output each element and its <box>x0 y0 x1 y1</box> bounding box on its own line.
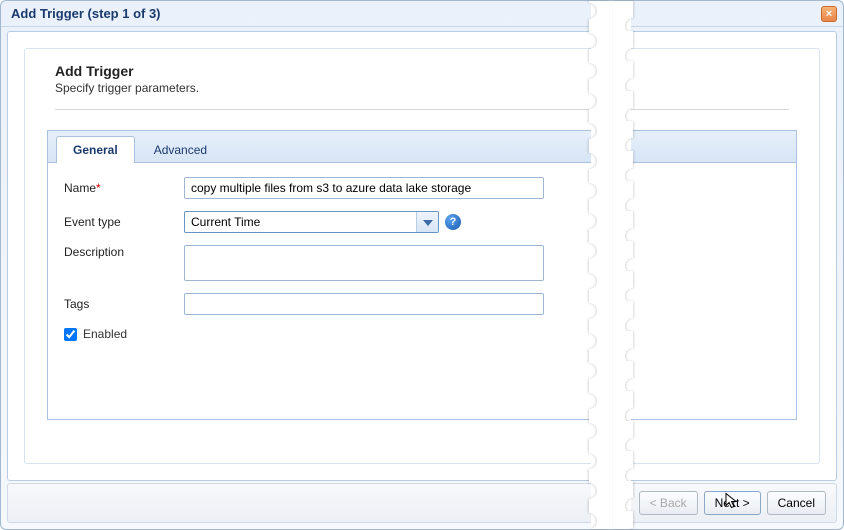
tab-container: General Advanced Name* Event type <box>47 130 797 420</box>
inner-panel: Add Trigger Specify trigger parameters. … <box>24 48 820 464</box>
close-button[interactable]: × <box>821 6 837 22</box>
description-input[interactable] <box>184 245 544 281</box>
name-label-text: Name <box>64 181 96 195</box>
tab-general-label: General <box>73 143 118 157</box>
title-bar: Add Trigger (step 1 of 3) <box>1 1 843 27</box>
enabled-checkbox[interactable] <box>64 328 77 341</box>
back-button: < Back <box>639 491 698 515</box>
row-name: Name* <box>64 177 780 199</box>
cancel-button[interactable]: Cancel <box>767 491 826 515</box>
dialog-body: Add Trigger Specify trigger parameters. … <box>7 31 837 481</box>
tab-general[interactable]: General <box>56 136 135 163</box>
next-button-label: Next > <box>715 496 750 510</box>
dialog-window: Add Trigger (step 1 of 3) × Add Trigger … <box>0 0 844 530</box>
dialog-footer: < Back Next > Cancel <box>7 483 837 523</box>
tab-advanced-label: Advanced <box>154 143 207 157</box>
row-description: Description <box>64 245 780 281</box>
close-icon: × <box>826 8 832 20</box>
tags-input[interactable] <box>184 293 544 315</box>
name-input[interactable] <box>184 177 544 199</box>
event-type-dropdown-trigger[interactable] <box>416 212 438 232</box>
help-icon[interactable]: ? <box>445 214 461 230</box>
event-type-input[interactable] <box>185 213 416 231</box>
dialog-title: Add Trigger (step 1 of 3) <box>11 6 161 21</box>
heading-block: Add Trigger Specify trigger parameters. <box>25 49 819 105</box>
row-enabled: Enabled <box>64 327 780 341</box>
tab-strip: General Advanced <box>48 131 796 163</box>
tags-label: Tags <box>64 297 184 311</box>
row-tags: Tags <box>64 293 780 315</box>
heading-divider <box>55 109 789 110</box>
description-label: Description <box>64 245 184 259</box>
event-type-combo-wrap: ? <box>184 211 461 233</box>
event-type-combo[interactable] <box>184 211 439 233</box>
tab-advanced[interactable]: Advanced <box>137 136 224 163</box>
row-event-type: Event type ? <box>64 211 780 233</box>
heading-title: Add Trigger <box>55 63 789 79</box>
name-label: Name* <box>64 181 184 195</box>
torn-edge-decoration <box>591 1 631 529</box>
heading-subtitle: Specify trigger parameters. <box>55 81 789 95</box>
chevron-down-icon <box>423 215 433 229</box>
required-asterisk: * <box>96 181 101 195</box>
next-button[interactable]: Next > <box>704 491 761 515</box>
event-type-label: Event type <box>64 215 184 229</box>
enabled-label: Enabled <box>83 327 127 341</box>
form-body: Name* Event type <box>48 163 796 367</box>
